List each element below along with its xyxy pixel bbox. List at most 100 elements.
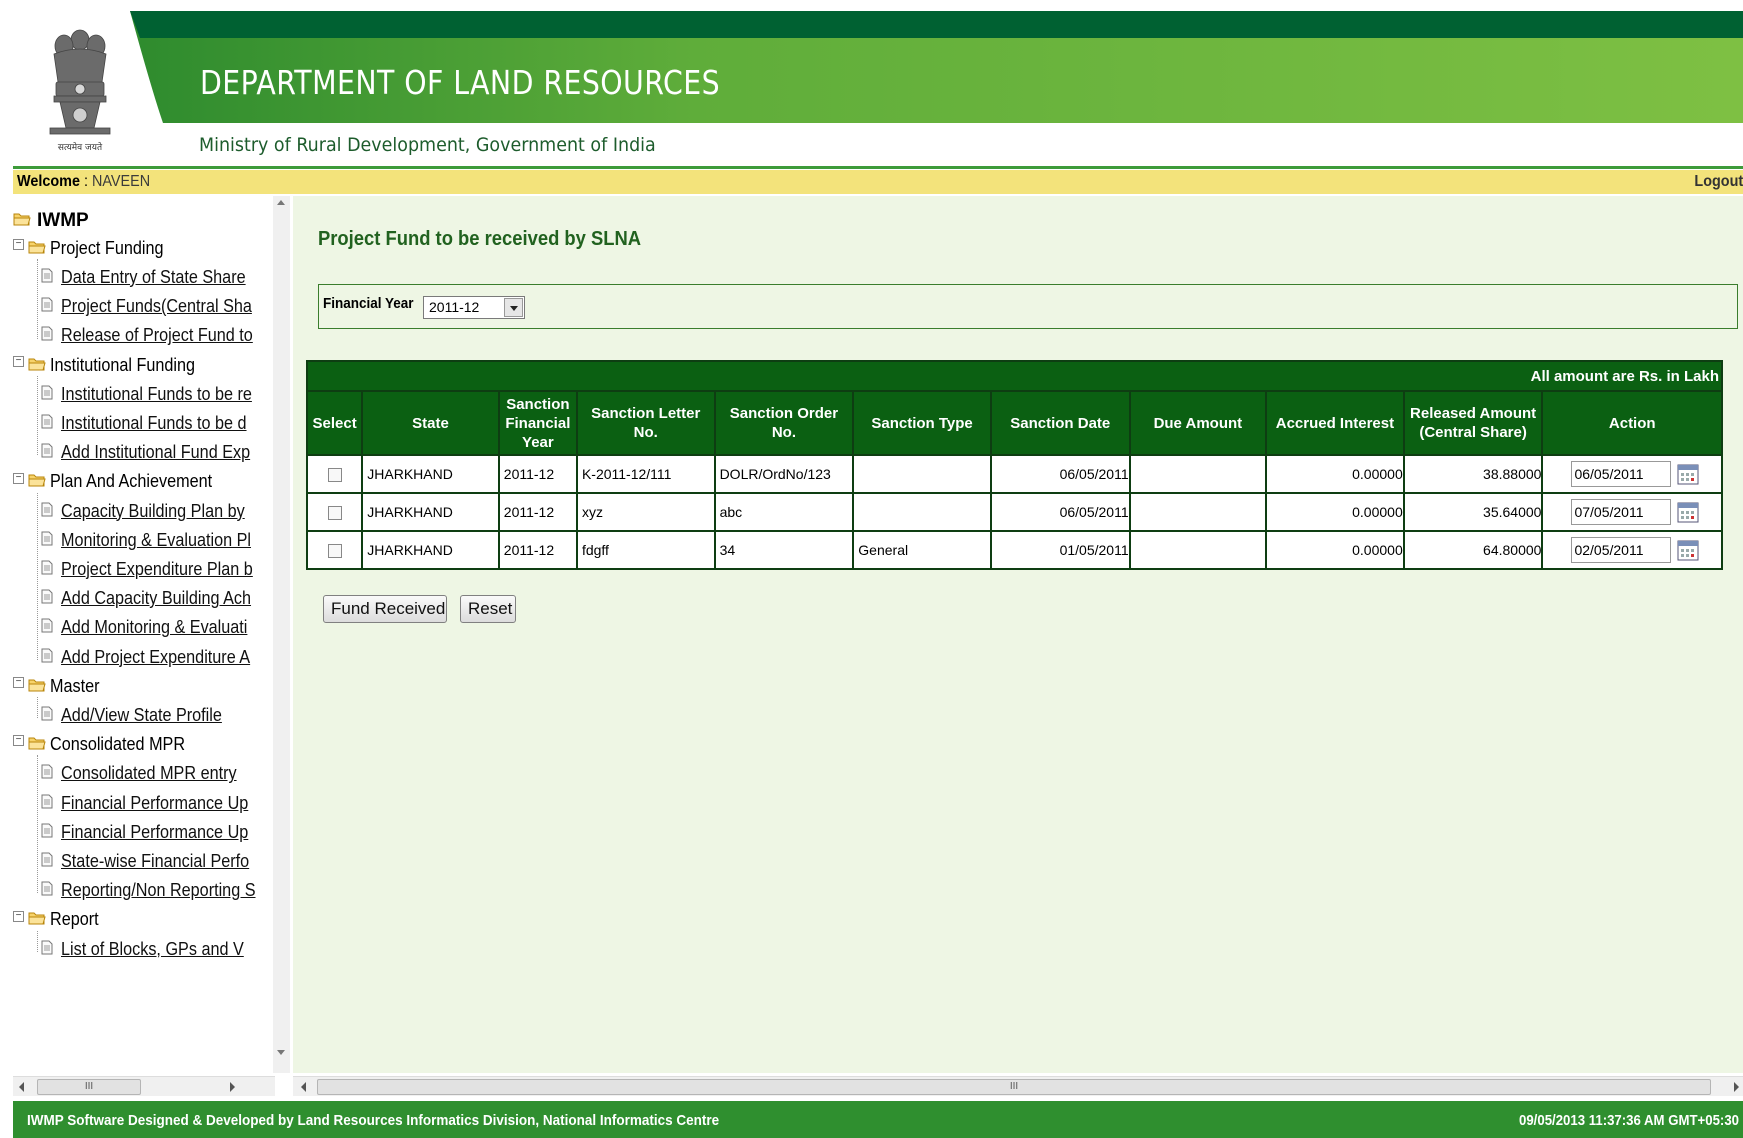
scroll-left-arrow-icon[interactable]	[19, 1082, 24, 1092]
sidebar-link[interactable]: Consolidated MPR entry	[61, 763, 237, 784]
reset-button[interactable]: Reset	[460, 595, 516, 623]
scrollbar-thumb[interactable]: III	[317, 1079, 1711, 1095]
logout-link[interactable]: Logout	[1694, 170, 1743, 194]
tree-group-plan-and-achievement[interactable]: − Plan And Achievement	[13, 471, 230, 493]
sidebar-item[interactable]: Financial Performance Up	[41, 821, 269, 843]
sidebar-vertical-scrollbar[interactable]	[273, 196, 290, 1073]
header-divider	[13, 166, 1743, 169]
financial-year-select[interactable]: 2011-12	[423, 296, 525, 319]
scroll-right-arrow-icon[interactable]	[230, 1082, 235, 1092]
received-date-input[interactable]: 06/05/2011	[1571, 461, 1672, 487]
fund-received-button[interactable]: Fund Received	[323, 595, 447, 623]
sidebar-item[interactable]: Project Expenditure Plan b	[41, 558, 271, 580]
collapse-toggle-icon[interactable]: −	[13, 677, 24, 688]
sanction-date-cell: 06/05/2011	[989, 492, 1131, 532]
collapse-toggle-icon[interactable]: −	[13, 239, 24, 250]
collapse-toggle-icon[interactable]: −	[13, 472, 24, 484]
column-header-sanction-year: Sanction Financial Year	[497, 390, 578, 456]
sidebar-link[interactable]: Add Institutional Fund Exp	[61, 442, 250, 463]
sidebar-link[interactable]: Add/View State Profile	[61, 705, 222, 726]
chevron-down-icon[interactable]	[504, 298, 523, 317]
sidebar-link[interactable]: State-wise Financial Perfo	[61, 851, 249, 872]
emblem-caption: सत्यमेव जयते	[58, 141, 103, 153]
sidebar-link[interactable]: List of Blocks, GPs and V	[61, 939, 244, 960]
document-icon	[41, 851, 53, 872]
sidebar-link[interactable]: Capacity Building Plan by	[61, 501, 245, 522]
tree-group-institutional-funding[interactable]: − Institutional Funding	[13, 354, 211, 376]
row-select-checkbox[interactable]	[327, 506, 342, 521]
letter-no-cell: fdgff	[575, 530, 716, 570]
sidebar-item[interactable]: Add Project Expenditure A	[41, 646, 271, 668]
sidebar-link[interactable]: Release of Project Fund to	[61, 325, 253, 346]
column-header-sanction-type: Sanction Type	[852, 390, 992, 456]
released-amount-cell: 35.64000	[1402, 492, 1544, 532]
table-body: JHARKHAND 2011-12 K-2011-12/111 DOLR/OrdNo/…	[305, 454, 1723, 570]
sidebar-link[interactable]: Reporting/Non Reporting S	[61, 880, 256, 901]
scroll-down-arrow-icon[interactable]	[277, 1050, 285, 1055]
sidebar-item[interactable]: Monitoring & Evaluation Pl	[41, 529, 271, 551]
sidebar-item[interactable]: Add Capacity Building Ach	[41, 587, 271, 609]
collapse-toggle-icon[interactable]: −	[13, 910, 24, 922]
accrued-interest-cell: 0.00000	[1265, 492, 1405, 532]
scrollbar-thumb[interactable]: III	[37, 1079, 141, 1095]
row-select-checkbox[interactable]	[327, 544, 342, 559]
row-select-checkbox[interactable]	[327, 468, 342, 483]
sidebar-link[interactable]: Add Project Expenditure A	[61, 647, 250, 668]
sidebar-link[interactable]: Add Capacity Building Ach	[61, 588, 251, 609]
released-amount-cell: 38.88000	[1402, 454, 1544, 494]
sidebar-item[interactable]: Consolidated MPR entry	[41, 763, 256, 785]
sidebar-link[interactable]: Institutional Funds to be d	[61, 413, 247, 434]
sidebar-link[interactable]: Monitoring & Evaluation Pl	[61, 530, 251, 551]
sidebar-link[interactable]: Institutional Funds to be re	[61, 384, 252, 405]
sidebar-link[interactable]: Data Entry of State Share	[61, 267, 246, 288]
sidebar-item[interactable]: List of Blocks, GPs and V	[41, 938, 264, 960]
document-icon	[41, 705, 53, 726]
tree-connector-line	[37, 375, 38, 456]
tree-root[interactable]: IWMP	[13, 210, 89, 232]
tree-group-report[interactable]: − Report	[13, 909, 104, 931]
tree-group-consolidated-mpr[interactable]: − Consolidated MPR	[13, 733, 200, 755]
sidebar-item[interactable]: Add/View State Profile	[41, 704, 240, 726]
sidebar-item[interactable]: Add Institutional Fund Exp	[41, 441, 271, 463]
sidebar-item[interactable]: Reporting/Non Reporting S	[41, 879, 271, 901]
scroll-left-arrow-icon[interactable]	[301, 1082, 306, 1092]
sidebar-item[interactable]: Institutional Funds to be d	[41, 412, 267, 434]
sidebar-link[interactable]: Financial Performance Up	[61, 822, 248, 843]
sidebar-item[interactable]: Project Funds(Central Sha	[41, 295, 271, 317]
tree-group-master[interactable]: − Master	[13, 675, 105, 697]
calendar-icon[interactable]	[1677, 539, 1699, 561]
sidebar-horizontal-scrollbar[interactable]: III	[13, 1076, 275, 1096]
scroll-right-arrow-icon[interactable]	[1734, 1082, 1739, 1092]
scroll-up-arrow-icon[interactable]	[277, 200, 285, 205]
sidebar-item[interactable]: Data Entry of State Share	[41, 266, 266, 288]
sidebar-link[interactable]: Financial Performance Up	[61, 793, 248, 814]
state-cell: JHARKHAND	[361, 530, 500, 570]
tree-group-label: Consolidated MPR	[50, 734, 186, 755]
sidebar-nav: IWMP − Project Funding Data Entry of State …	[13, 196, 293, 1073]
sidebar-item[interactable]: Release of Project Fund to	[41, 325, 271, 347]
sidebar-link[interactable]: Add Monitoring & Evaluati	[61, 617, 247, 638]
sidebar-item[interactable]: Institutional Funds to be re	[41, 383, 271, 405]
document-icon	[41, 559, 53, 580]
tree-group-project-funding[interactable]: − Project Funding	[13, 237, 176, 259]
sidebar-item[interactable]: State-wise Financial Perfo	[41, 850, 270, 872]
main-horizontal-scrollbar[interactable]: III	[293, 1076, 1743, 1096]
released-amount-cell: 64.80000	[1402, 530, 1544, 570]
collapse-toggle-icon[interactable]: −	[13, 355, 24, 367]
calendar-icon[interactable]	[1677, 463, 1699, 485]
sidebar-item[interactable]: Financial Performance Up	[41, 792, 269, 814]
received-date-input[interactable]: 07/05/2011	[1571, 499, 1672, 525]
document-icon	[41, 267, 53, 288]
folder-open-icon	[28, 676, 46, 697]
select-cell	[305, 530, 364, 570]
financial-year-value: 2011-12	[429, 299, 480, 315]
calendar-icon[interactable]	[1677, 501, 1699, 523]
column-header-accrued-interest: Accrued Interest	[1265, 390, 1405, 456]
collapse-toggle-icon[interactable]: −	[13, 735, 24, 747]
sidebar-item[interactable]: Add Monitoring & Evaluati	[41, 617, 268, 639]
column-header-select: Select	[305, 390, 364, 456]
sidebar-item[interactable]: Capacity Building Plan by	[41, 500, 265, 522]
sidebar-link[interactable]: Project Funds(Central Sha	[61, 296, 252, 317]
sidebar-link[interactable]: Project Expenditure Plan b	[61, 559, 253, 580]
received-date-input[interactable]: 02/05/2011	[1571, 537, 1672, 563]
